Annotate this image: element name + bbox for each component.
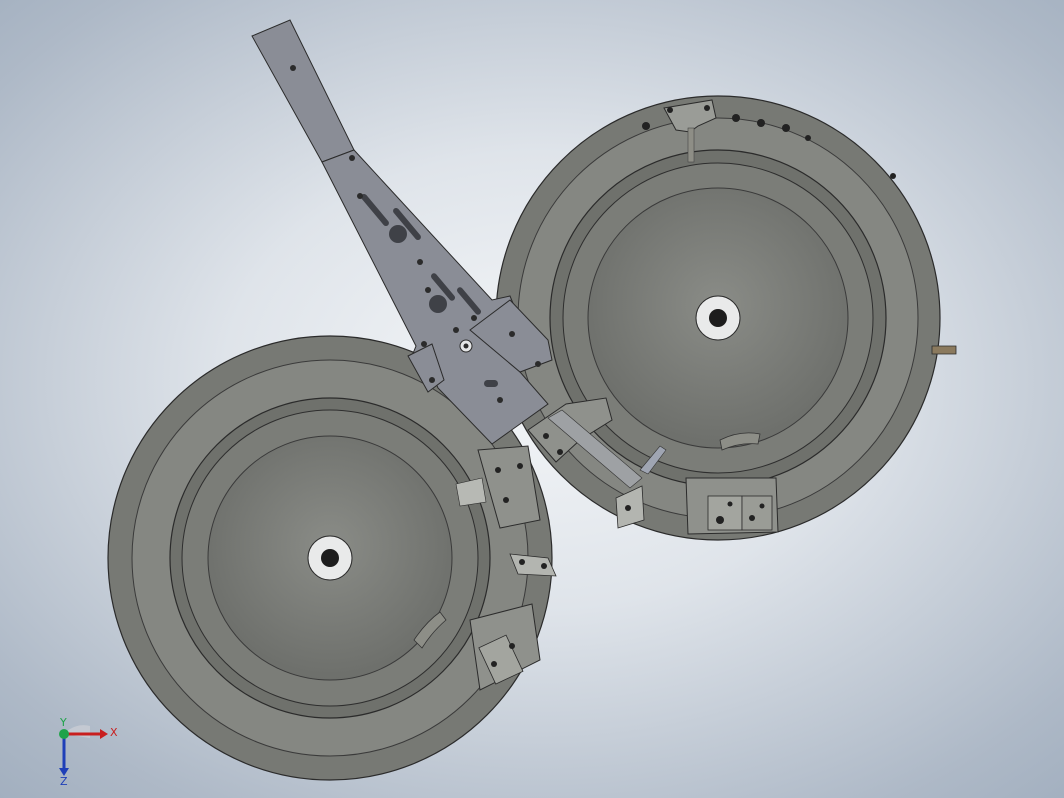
y-axis-label: Y <box>59 716 67 729</box>
y-axis-dot <box>59 729 69 739</box>
right-bowl-threaded-stud <box>931 345 957 355</box>
x-axis-label: X <box>110 726 118 739</box>
right-feeder-bowl[interactable] <box>495 95 957 541</box>
reference-triad: X Y Z <box>59 716 118 786</box>
right-bowl-center-hole <box>709 309 727 327</box>
left-bowl-center-hole <box>321 549 339 567</box>
z-axis-label: Z <box>60 775 68 786</box>
right-bowl-post <box>687 127 695 163</box>
assembly-model-view[interactable] <box>0 0 1064 798</box>
cad-graphics-area[interactable]: X Y Z <box>0 0 1064 798</box>
x-axis-arrowhead <box>100 729 108 739</box>
